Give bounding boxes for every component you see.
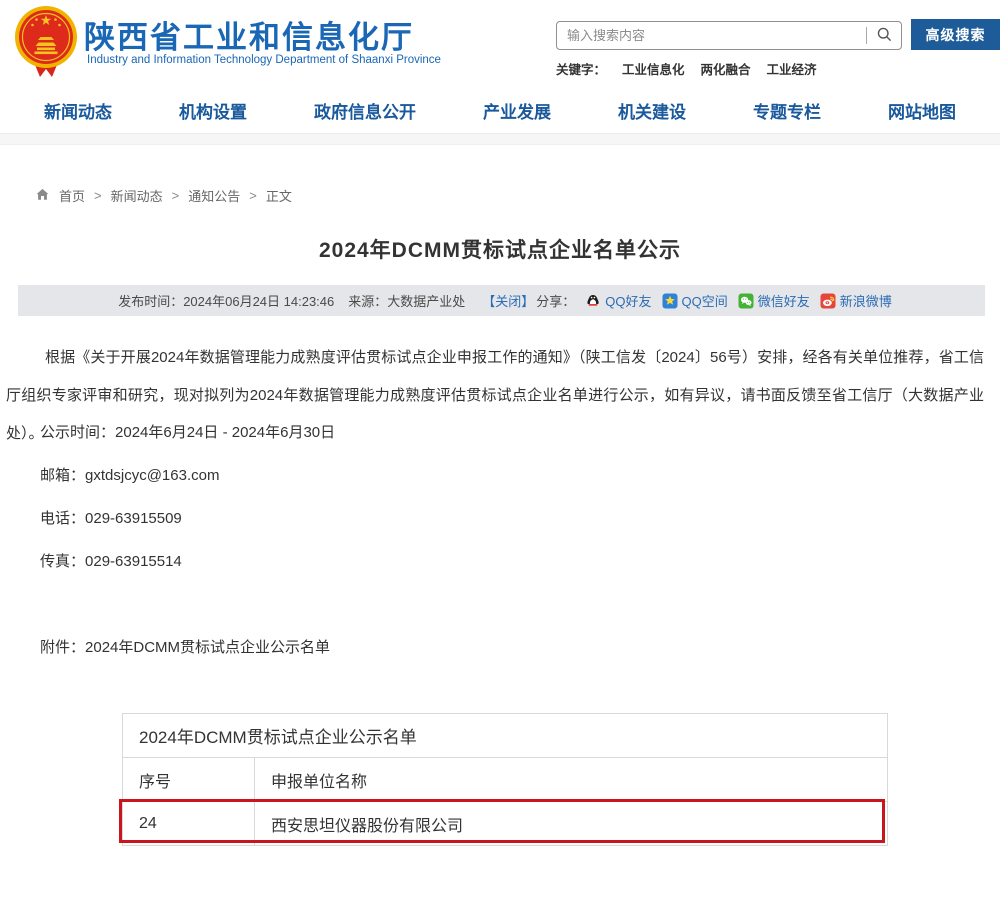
search-keywords: 关键字： 工业信息化 两化融合 工业经济 (556, 59, 817, 78)
search-button[interactable] (867, 22, 901, 49)
site-header: 陕西省工业和信息化厅 Industry and Information Tech… (0, 0, 1000, 88)
company-name-cell: 西安思坦仪器股份有限公司 (255, 802, 888, 846)
search-icon (876, 26, 893, 46)
publish-time: 发布时间：2024年06月24日 14:23:46 (118, 291, 334, 310)
breadcrumb-separator: > (249, 188, 257, 203)
wechat-icon (738, 293, 754, 309)
keyword-link[interactable]: 工业经济 (767, 59, 817, 78)
email-value: gxtdsjcyc@163.com (85, 467, 219, 484)
home-icon[interactable] (35, 187, 50, 205)
share-qzone-label: QQ空间 (682, 291, 728, 310)
email-line: 邮箱：gxtdsjcyc@163.com (40, 464, 219, 485)
keyword-link[interactable]: 两化融合 (701, 59, 751, 78)
email-label: 邮箱： (40, 467, 85, 484)
nav-item-gov-info[interactable]: 政府信息公开 (314, 98, 416, 123)
company-list-table: 2024年DCMM贯标试点企业公示名单 序号 申报单位名称 24 西安思坦仪器股… (122, 713, 888, 846)
table-row: 24 西安思坦仪器股份有限公司 (123, 802, 888, 846)
table-header-company: 申报单位名称 (255, 758, 888, 802)
publicity-period-value: 2024年6月24日 - 2024年6月30日 (115, 424, 335, 441)
weibo-icon (820, 293, 836, 309)
row-number-cell: 24 (123, 802, 255, 846)
phone-line: 电话：029-63915509 (40, 507, 182, 528)
fax-label: 传真： (40, 553, 85, 570)
breadcrumb: 首页 > 新闻动态 > 通知公告 > 正文 (35, 186, 292, 205)
table-header-no: 序号 (123, 758, 255, 802)
close-link[interactable]: 【关闭】 (482, 291, 534, 310)
article-meta-bar: 发布时间：2024年06月24日 14:23:46 来源：大数据产业处 【关闭】… (18, 285, 985, 316)
attachment-line: 附件：2024年DCMM贯标试点企业公示名单 (40, 636, 330, 657)
page: 陕西省工业和信息化厅 Industry and Information Tech… (0, 0, 1000, 900)
site-subtitle: Industry and Information Technology Depa… (87, 54, 441, 66)
nav-divider-strip (0, 133, 1000, 145)
share-wechat-label: 微信好友 (758, 291, 810, 310)
qq-icon (585, 293, 601, 309)
nav-item-news[interactable]: 新闻动态 (44, 98, 112, 123)
fax-line: 传真：029-63915514 (40, 550, 182, 571)
main-nav: 新闻动态 机构设置 政府信息公开 产业发展 机关建设 专题专栏 网站地图 (0, 88, 1000, 133)
nav-item-sitemap[interactable]: 网站地图 (888, 98, 956, 123)
phone-value: 029-63915509 (85, 510, 182, 527)
article-title: 2024年DCMM贯标试点企业名单公示 (0, 234, 1000, 264)
share-qzone[interactable]: QQ空间 (662, 291, 728, 310)
share-qq-label: QQ好友 (605, 291, 651, 310)
share-weibo[interactable]: 新浪微博 (820, 291, 892, 310)
keywords-label: 关键字： (556, 59, 606, 78)
share-label: 分享： (536, 291, 575, 310)
article-source: 来源：大数据产业处 (348, 291, 465, 310)
fax-value: 029-63915514 (85, 553, 182, 570)
search-input[interactable] (557, 28, 866, 43)
breadcrumb-separator: > (94, 188, 102, 203)
share-weibo-label: 新浪微博 (840, 291, 892, 310)
phone-label: 电话： (40, 510, 85, 527)
publicity-period-label: 公示时间： (40, 424, 115, 441)
table-header-row: 序号 申报单位名称 (123, 758, 888, 802)
publicity-period-line: 公示时间：2024年6月24日 - 2024年6月30日 (40, 421, 335, 442)
attachment-name[interactable]: 2024年DCMM贯标试点企业公示名单 (85, 639, 330, 656)
breadcrumb-current: 正文 (266, 186, 292, 205)
national-emblem-logo (12, 4, 80, 80)
advanced-search-button[interactable]: 高级搜索 (911, 19, 1000, 50)
site-title: 陕西省工业和信息化厅 (84, 12, 414, 57)
breadcrumb-home[interactable]: 首页 (59, 186, 85, 205)
qzone-icon (662, 293, 678, 309)
share-wechat[interactable]: 微信好友 (738, 291, 810, 310)
table-caption: 2024年DCMM贯标试点企业公示名单 (123, 714, 888, 758)
search-box (556, 21, 902, 50)
nav-item-agency[interactable]: 机关建设 (618, 98, 686, 123)
share-qq[interactable]: QQ好友 (585, 291, 651, 310)
breadcrumb-separator: > (172, 188, 180, 203)
nav-item-special[interactable]: 专题专栏 (753, 98, 821, 123)
breadcrumb-notices[interactable]: 通知公告 (188, 186, 240, 205)
attachment-label: 附件： (40, 639, 85, 656)
nav-item-organization[interactable]: 机构设置 (179, 98, 247, 123)
table-caption-row: 2024年DCMM贯标试点企业公示名单 (123, 714, 888, 758)
keyword-link[interactable]: 工业信息化 (622, 59, 685, 78)
nav-item-industry[interactable]: 产业发展 (483, 98, 551, 123)
breadcrumb-news[interactable]: 新闻动态 (111, 186, 163, 205)
